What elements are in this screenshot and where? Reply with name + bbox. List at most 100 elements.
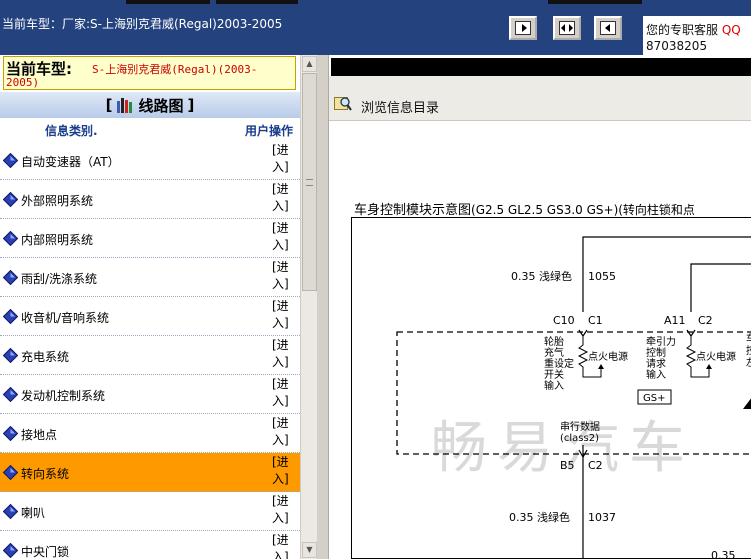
browse-catalog-icon[interactable] [334, 95, 352, 111]
enter-link-part2[interactable]: 入] [272, 316, 289, 330]
enter-link[interactable]: [进入] [272, 142, 296, 176]
wire-top-1 [582, 236, 751, 257]
section-title: 线路图 [138, 96, 184, 115]
enter-link-part2[interactable]: 入] [272, 355, 289, 369]
enter-link-part1[interactable]: [进 [272, 455, 289, 469]
enter-link-part2[interactable]: 入] [272, 472, 289, 486]
category-row[interactable]: 接地点 [进入] [0, 414, 300, 453]
enter-link[interactable]: [进入] [272, 415, 296, 449]
enter-link-part2[interactable]: 入] [272, 238, 289, 252]
wire-label-1: 0.35 浅绿色 [511, 269, 572, 283]
previous-page-button[interactable] [509, 16, 537, 40]
enter-link-part1[interactable]: [进 [272, 338, 289, 352]
scroll-thumb[interactable] [302, 73, 317, 291]
fit-page-button[interactable] [553, 16, 581, 40]
category-row[interactable]: 充电系统 [进入] [0, 336, 300, 375]
category-name[interactable]: 雨刮/洗涤系统 [21, 270, 97, 287]
next-page-button[interactable] [594, 16, 622, 40]
enter-link-part2[interactable]: 入] [272, 199, 289, 213]
enter-link-part1[interactable]: [进 [272, 494, 289, 508]
section-bracket-close: ] [187, 96, 195, 114]
current-car-value: S-上海别克君威(Regal)(2003- [92, 63, 258, 76]
scroll-up-arrow[interactable]: ▲ [302, 56, 317, 72]
enter-link[interactable]: [进入] [272, 376, 296, 410]
category-row[interactable]: 外部照明系统 [进入] [0, 180, 300, 219]
input-label-2d: 输入 [646, 368, 666, 381]
enter-link-part1[interactable]: [进 [272, 533, 289, 547]
category-row[interactable]: 中央门锁 [进入] [0, 531, 300, 559]
category-row[interactable]: 收音机/音响系统 [进入] [0, 297, 300, 336]
category-name[interactable]: 充电系统 [21, 348, 69, 365]
wiring-diagram: 畅易汽车 0.35 浅绿色 1055 C10 C1 A11 C2 点火电源 点火… [351, 217, 751, 559]
support-qq-link[interactable]: QQ [722, 23, 741, 37]
category-row[interactable]: 雨刮/洗涤系统 [进入] [0, 258, 300, 297]
enter-link[interactable]: [进入] [272, 532, 296, 559]
next-page-icon [600, 21, 616, 35]
browse-catalog-link[interactable]: 浏览信息目录 [361, 97, 439, 116]
current-car-value-cont: 2005) [6, 76, 40, 89]
header-bar: 当前车型：厂家:S-上海别克君威(Regal)2003-2005 您的专职客服 [0, 0, 751, 55]
enter-link-part2[interactable]: 入] [272, 550, 289, 559]
enter-link-part2[interactable]: 入] [272, 511, 289, 525]
input-label-1c: 重设定 [544, 357, 574, 370]
diamond-bullet-icon [3, 543, 18, 558]
category-name[interactable]: 外部照明系统 [21, 192, 93, 209]
current-model-title: 当前车型：厂家:S-上海别克君威(Regal)2003-2005 [2, 17, 283, 31]
input-label-1d: 开关 [544, 368, 564, 381]
enter-link-part1[interactable]: [进 [272, 377, 289, 391]
category-name[interactable]: 自动变速器（AT） [21, 153, 120, 170]
category-name[interactable]: 发动机控制系统 [21, 387, 105, 404]
enter-link-part1[interactable]: [进 [272, 416, 289, 430]
input-label-1e: 输入 [544, 379, 564, 392]
category-name[interactable]: 收音机/音响系统 [21, 309, 109, 326]
diamond-bullet-icon [3, 426, 18, 441]
category-name[interactable]: 喇叭 [21, 504, 45, 521]
category-row[interactable]: 发动机控制系统 [进入] [0, 375, 300, 414]
input-label-1b: 充气 [544, 346, 564, 359]
column-header-category: 信息类别. [45, 124, 98, 138]
header-tab-strip [548, 0, 642, 4]
app-window: 当前车型：厂家:S-上海别克君威(Regal)2003-2005 您的专职客服 [0, 0, 751, 559]
diamond-bullet-icon [3, 231, 18, 246]
enter-link-part1[interactable]: [进 [272, 182, 289, 196]
enter-link-part1[interactable]: [进 [272, 260, 289, 274]
panel-splitter[interactable] [317, 55, 328, 559]
pin-b5: B5 [560, 459, 575, 472]
category-row[interactable]: 内部照明系统 [进入] [0, 219, 300, 258]
category-name[interactable]: 内部照明系统 [21, 231, 93, 248]
scroll-down-arrow[interactable]: ▼ [302, 542, 317, 558]
diamond-bullet-icon [3, 504, 18, 519]
enter-link-part2[interactable]: 入] [272, 394, 289, 408]
pin-c1: C1 [588, 314, 603, 327]
enter-link-part1[interactable]: [进 [272, 299, 289, 313]
enter-link[interactable]: [进入] [272, 298, 296, 332]
enter-link-part1[interactable]: [进 [272, 143, 289, 157]
enter-link-part2[interactable]: 入] [272, 277, 289, 291]
category-name[interactable]: 中央门锁 [21, 543, 69, 559]
diamond-bullet-icon [3, 153, 18, 168]
gs-plus-badge-text: GS+ [643, 393, 665, 404]
enter-link[interactable]: [进入] [272, 259, 296, 293]
enter-link[interactable]: [进入] [272, 181, 296, 215]
enter-link-part1[interactable]: [进 [272, 221, 289, 235]
category-name[interactable]: 接地点 [21, 426, 57, 443]
input-label-1a: 轮胎 [544, 335, 564, 348]
diamond-bullet-icon [3, 192, 18, 207]
circuit-number-2: 1037 [588, 511, 616, 524]
category-row[interactable]: 自动变速器（AT） [进入] [0, 141, 300, 180]
left-scrollbar[interactable]: ▲ ▼ [300, 55, 317, 559]
fit-page-icon [559, 21, 575, 35]
enter-link[interactable]: [进入] [272, 220, 296, 254]
category-row[interactable]: 转向系统 [进入] [0, 453, 300, 492]
enter-link[interactable]: [进入] [272, 337, 296, 371]
enter-link-part2[interactable]: 入] [272, 160, 289, 174]
category-name[interactable]: 转向系统 [21, 465, 69, 482]
viewer-top-bar [331, 58, 751, 76]
enter-link[interactable]: [进入] [272, 493, 296, 527]
enter-link-part2[interactable]: 入] [272, 433, 289, 447]
supply-arrow [598, 364, 604, 369]
enter-link[interactable]: [进入] [272, 454, 296, 488]
wire-label-2: 0.35 浅绿色 [509, 510, 570, 524]
supply-arrow [706, 364, 712, 369]
category-row[interactable]: 喇叭 [进入] [0, 492, 300, 531]
